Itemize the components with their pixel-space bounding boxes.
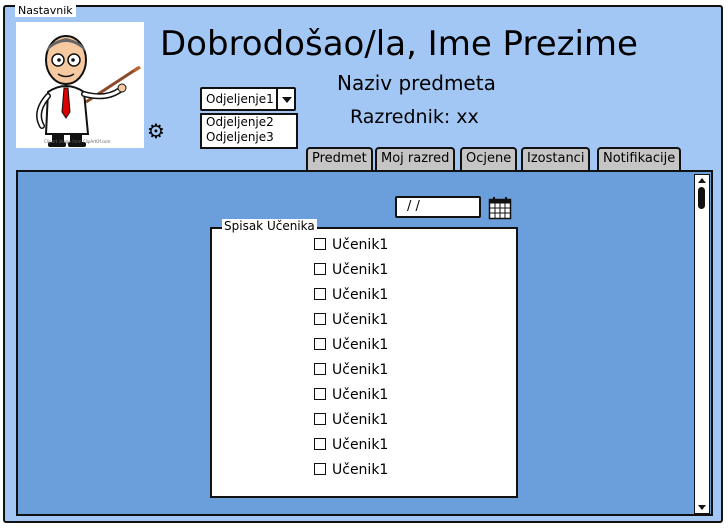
student-name: Učenik1 [332,312,389,328]
gear-icon[interactable]: ⚙ [147,121,165,141]
student-item[interactable]: Učenik1 [314,411,388,429]
class-select-value: Odjeljenje1 [206,92,274,106]
student-name: Učenik1 [332,412,389,428]
scroll-down-icon[interactable] [698,505,706,510]
student-checkbox[interactable] [314,438,326,450]
student-name: Učenik1 [332,387,389,403]
calendar-icon[interactable] [488,196,512,220]
class-select[interactable]: Odjeljenje1 [200,87,296,111]
student-name: Učenik1 [332,287,389,303]
avatar: Clipart image from ClipArtOf.com [16,22,144,148]
homeroom-label: Razrednik: xx [350,106,479,128]
student-name: Učenik1 [332,337,389,353]
student-checkbox[interactable] [314,238,326,250]
window-title: Nastavnik [15,5,76,17]
student-checkbox[interactable] [314,288,326,300]
teacher-illustration [36,35,141,147]
student-checkbox[interactable] [314,363,326,375]
vertical-scrollbar[interactable] [694,174,710,514]
tab-izostanci[interactable]: Izostanci [521,147,591,171]
tab-moj-razred[interactable]: Moj razred [375,147,456,171]
chevron-down-icon[interactable] [276,89,294,109]
student-checkbox[interactable] [314,388,326,400]
student-item[interactable]: Učenik1 [314,311,388,329]
class-select-options: Odjeljenje2 Odjeljenje3 [200,113,298,149]
student-item[interactable]: Učenik1 [314,236,388,254]
student-checkbox[interactable] [314,263,326,275]
scroll-up-icon[interactable] [698,178,706,183]
scrollbar-thumb[interactable] [698,187,705,209]
student-name: Učenik1 [332,262,389,278]
student-checkbox[interactable] [314,463,326,475]
student-name: Učenik1 [332,462,389,478]
student-item[interactable]: Učenik1 [314,286,388,304]
student-item[interactable]: Učenik1 [314,461,388,479]
student-name: Učenik1 [332,437,389,453]
student-checkbox[interactable] [314,413,326,425]
student-item[interactable]: Učenik1 [314,436,388,454]
tab-predmet[interactable]: Predmet [306,147,373,171]
student-checkbox[interactable] [314,338,326,350]
date-input[interactable]: / / [395,196,481,218]
student-item[interactable]: Učenik1 [314,386,388,404]
tab-ocjene[interactable]: Ocjene [460,147,518,171]
student-list-title: Spisak Učenika [222,219,317,233]
welcome-heading: Dobrodošao/la, Ime Prezime [160,24,638,64]
student-item[interactable]: Učenik1 [314,336,388,354]
student-name: Učenik1 [332,237,389,253]
student-item[interactable]: Učenik1 [314,261,388,279]
student-item[interactable]: Učenik1 [314,361,388,379]
student-checkbox[interactable] [314,313,326,325]
student-name: Učenik1 [332,362,389,378]
subject-name: Naziv predmeta [337,71,496,95]
tab-notifikacije[interactable]: Notifikacije [597,147,682,171]
class-option[interactable]: Odjeljenje2 [202,115,296,130]
class-option[interactable]: Odjeljenje3 [202,130,296,145]
avatar-credit: Clipart image from ClipArtOf.com [44,139,111,144]
